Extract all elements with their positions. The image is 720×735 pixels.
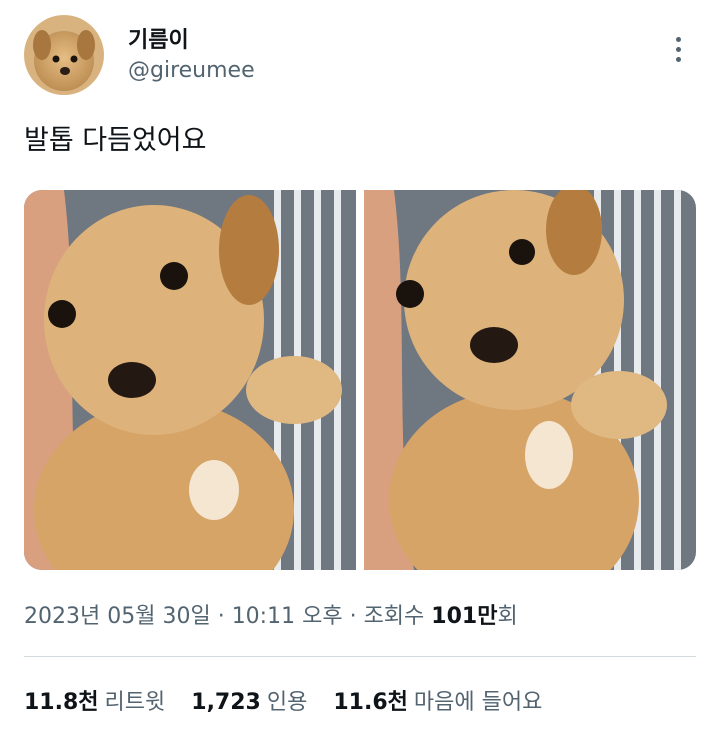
author-display-name[interactable]: 기름이 xyxy=(128,22,189,54)
author-handle[interactable]: @gireumee xyxy=(128,58,255,83)
views-label: 조회수 xyxy=(363,604,425,629)
divider xyxy=(24,656,696,657)
avatar[interactable] xyxy=(24,15,104,95)
more-dot xyxy=(675,56,681,62)
quotes-stat[interactable]: 1,723 인용 xyxy=(191,684,307,716)
tweet-date[interactable]: 2023년 05월 30일 xyxy=(24,604,211,629)
photo-1[interactable] xyxy=(24,190,356,570)
puppy-avatar-image xyxy=(24,15,104,95)
views-count: 101만 xyxy=(431,604,498,629)
quotes-label: 인용 xyxy=(266,690,308,715)
tweet-meta: 2023년 05월 30일 · 10:11 오후 · 조회수 101만회 xyxy=(24,598,518,630)
more-dot xyxy=(675,36,681,42)
retweets-label: 리트윗 xyxy=(104,690,166,715)
photo-2[interactable] xyxy=(364,190,696,570)
tweet-time[interactable]: 10:11 오후 xyxy=(232,604,343,629)
meta-separator: · xyxy=(217,604,232,629)
tweet-media xyxy=(24,190,696,570)
views-suffix: 회 xyxy=(497,604,518,629)
puppy-photo-1 xyxy=(24,190,356,570)
tweet-stats: 11.8천 리트윗 1,723 인용 11.6천 마음에 들어요 xyxy=(24,684,542,716)
puppy-photo-2 xyxy=(364,190,696,570)
quotes-count: 1,723 xyxy=(191,690,261,715)
likes-count: 11.6천 xyxy=(333,690,408,715)
likes-label: 마음에 들어요 xyxy=(413,690,543,715)
more-options-icon[interactable] xyxy=(666,34,690,64)
more-dot xyxy=(675,46,681,52)
tweet-text: 발톱 다듬었어요 xyxy=(24,125,207,156)
likes-stat[interactable]: 11.6천 마음에 들어요 xyxy=(333,684,542,716)
meta-separator: · xyxy=(349,604,364,629)
retweets-stat[interactable]: 11.8천 리트윗 xyxy=(24,684,165,716)
retweets-count: 11.8천 xyxy=(24,690,99,715)
